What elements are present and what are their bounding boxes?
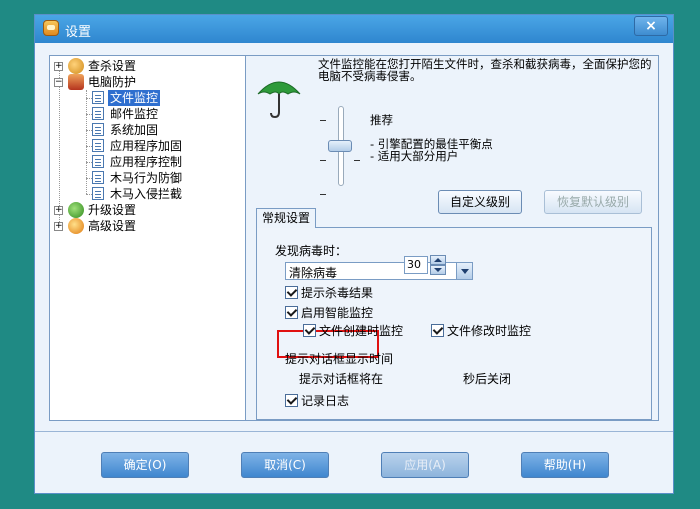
level-name: 推荐 — [370, 113, 393, 127]
apply-button[interactable]: 应用(A) — [381, 452, 469, 478]
file-create-label: 文件创建时监控 — [319, 324, 404, 338]
tree-label: 升级设置 — [88, 203, 137, 217]
expand-icon[interactable]: + — [54, 62, 63, 71]
chevron-down-icon[interactable] — [456, 263, 472, 279]
tree-label: 系统加固 — [110, 123, 159, 137]
level-desc-2: - 适用大部分用户 — [370, 149, 459, 163]
window-title: 设置 — [65, 25, 92, 40]
smart-monitor-checkbox[interactable] — [285, 306, 298, 319]
tree-label: 木马入侵拦截 — [110, 187, 183, 201]
slider-tick — [320, 160, 326, 161]
expand-icon[interactable]: + — [54, 206, 63, 215]
tree-label: 应用程序加固 — [110, 139, 183, 153]
tree-label: 电脑防护 — [88, 75, 137, 89]
help-button[interactable]: 帮助(H) — [521, 452, 609, 478]
ok-button[interactable]: 确定(O) — [101, 452, 189, 478]
file-modify-label: 文件修改时监控 — [447, 324, 532, 338]
tab-general-settings[interactable]: 常规设置 — [256, 208, 316, 228]
umbrella-icon — [257, 81, 301, 119]
seconds-spinner[interactable] — [430, 255, 446, 275]
smart-monitor-label: 启用智能监控 — [301, 306, 374, 320]
tree-label: 查杀设置 — [88, 59, 137, 73]
page-icon — [92, 107, 104, 120]
page-icon — [92, 171, 104, 184]
log-checkbox[interactable] — [285, 394, 298, 407]
show-result-checkbox[interactable] — [285, 286, 298, 299]
dialog-prefix-label: 提示对话框将在 — [299, 372, 384, 386]
slider-tick — [354, 160, 360, 161]
tree-label: 应用程序控制 — [110, 155, 183, 169]
page-icon — [92, 155, 104, 168]
title-bar[interactable]: 设置 × — [35, 15, 673, 43]
log-label: 记录日志 — [301, 394, 350, 408]
virus-found-label: 发现病毒时： — [275, 244, 348, 258]
expand-icon[interactable]: + — [54, 222, 63, 231]
scan-settings-icon — [68, 58, 84, 74]
app-icon — [43, 20, 59, 36]
custom-level-button[interactable]: 自定义级别 — [438, 190, 522, 214]
restore-default-level-button[interactable]: 恢复默认级别 — [544, 190, 642, 214]
tree-label-selected: 文件监控 — [108, 90, 161, 106]
page-icon — [92, 123, 104, 136]
virus-action-value: 清除病毒 — [289, 266, 338, 280]
dialog-seconds-input[interactable]: 30 — [404, 256, 428, 274]
show-result-label: 提示杀毒结果 — [301, 286, 374, 300]
close-button[interactable]: × — [634, 16, 668, 36]
slider-tick — [320, 120, 326, 121]
page-icon — [92, 187, 104, 200]
spinner-down-icon[interactable] — [430, 265, 446, 275]
slider-thumb[interactable] — [328, 140, 352, 152]
update-icon — [68, 202, 84, 218]
general-settings-panel: 发现病毒时： 清除病毒 提示杀毒结果 启用智能监控 文件创建时监控 文件修改时监… — [256, 227, 652, 420]
collapse-icon[interactable]: − — [54, 78, 63, 87]
page-icon — [92, 139, 104, 152]
description-text: 文件监控能在您打开陌生文件时，查杀和截获病毒，全面保护您的电脑不受病毒侵害。 — [318, 57, 652, 83]
settings-tree: + 查杀设置 − 电脑防护 文件监控 邮件监控 系统加固 应用程序加固 应用程序… — [49, 55, 261, 421]
file-monitor-panel: 文件监控能在您打开陌生文件时，查杀和截获病毒，全面保护您的电脑不受病毒侵害。 推… — [245, 55, 659, 421]
cancel-button[interactable]: 取消(C) — [241, 452, 329, 478]
settings-window: 设置 × + 查杀设置 − 电脑防护 文件监控 邮件监控 系统加固 应用程序加固… — [34, 14, 674, 494]
tree-label: 邮件监控 — [110, 107, 159, 121]
slider-tick — [320, 194, 326, 195]
tree-label: 木马行为防御 — [110, 171, 183, 185]
tree-label: 高级设置 — [88, 219, 137, 233]
shield-icon — [68, 74, 84, 90]
file-create-checkbox[interactable] — [303, 324, 316, 337]
file-modify-checkbox[interactable] — [431, 324, 444, 337]
dialog-suffix-label: 秒后关闭 — [463, 372, 512, 386]
advanced-settings-icon — [68, 218, 84, 234]
page-icon — [92, 91, 104, 104]
dialog-time-label: 提示对话框显示时间 — [285, 352, 394, 366]
spinner-up-icon[interactable] — [430, 255, 446, 265]
footer-separator — [35, 431, 673, 432]
